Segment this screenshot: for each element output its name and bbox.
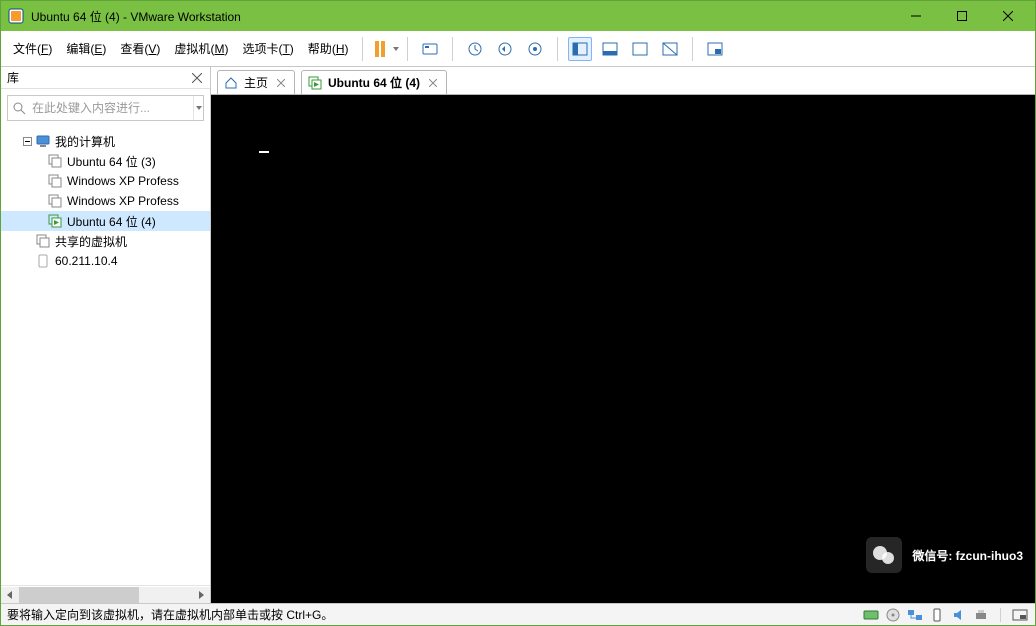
search-dropdown[interactable] (193, 96, 202, 120)
scroll-track[interactable] (19, 587, 192, 603)
tree-node-vm[interactable]: Windows XP Profess (1, 171, 210, 191)
scroll-right-icon[interactable] (192, 587, 210, 603)
harddisk-icon[interactable] (862, 607, 880, 623)
maximize-button[interactable] (939, 1, 985, 31)
printer-icon[interactable] (972, 607, 990, 623)
tree-node-vm-active[interactable]: Ubuntu 64 位 (4) (1, 211, 210, 231)
vm-console[interactable]: 微信号: fzcun-ihuo3 (211, 95, 1035, 603)
tree-node-vm[interactable]: Windows XP Profess (1, 191, 210, 211)
shared-vm-icon (35, 233, 51, 249)
library-close-button[interactable] (190, 71, 204, 85)
library-tree: 我的计算机 Ubuntu 64 位 (3) Windows XP Profess… (1, 127, 210, 585)
menu-edit[interactable]: 编辑(E) (60, 36, 112, 61)
titlebar: Ubuntu 64 位 (4) - VMware Workstation (1, 1, 1035, 31)
library-title: 库 (7, 69, 190, 86)
tab-vm-active[interactable]: Ubuntu 64 位 (4) (301, 70, 447, 94)
library-header: 库 (1, 67, 210, 89)
vm-running-icon (308, 76, 322, 90)
watermark: 微信号: fzcun-ihuo3 (866, 537, 1023, 573)
sound-icon[interactable] (950, 607, 968, 623)
search-icon (12, 101, 26, 115)
view-sidebar-button[interactable] (568, 37, 592, 61)
menu-vm[interactable]: 虚拟机(M) (168, 36, 234, 61)
cdrom-icon[interactable] (884, 607, 902, 623)
tree-node-remote[interactable]: 60.211.10.4 (1, 251, 210, 271)
send-ctrl-alt-del-button[interactable] (418, 37, 442, 61)
tree-node-my-computer[interactable]: 我的计算机 (1, 131, 210, 151)
close-button[interactable] (985, 1, 1031, 31)
pause-button[interactable] (375, 41, 385, 57)
search-input[interactable] (32, 101, 187, 115)
menubar: 文件(F) 编辑(E) 查看(V) 虚拟机(M) 选项卡(T) 帮助(H) (1, 31, 1035, 67)
separator (1000, 608, 1001, 622)
vm-icon (47, 193, 63, 209)
app-window: Ubuntu 64 位 (4) - VMware Workstation 文件(… (0, 0, 1036, 626)
usb-icon[interactable] (928, 607, 946, 623)
server-icon (35, 253, 51, 269)
message-log-icon[interactable] (1011, 607, 1029, 623)
snapshot-manager-button[interactable] (523, 37, 547, 61)
library-search[interactable] (7, 95, 204, 121)
status-device-icons (862, 607, 1029, 623)
window-title: Ubuntu 64 位 (4) - VMware Workstation (31, 8, 241, 25)
separator (362, 37, 363, 61)
scroll-left-icon[interactable] (1, 587, 19, 603)
minimize-button[interactable] (893, 1, 939, 31)
computer-icon (35, 133, 51, 149)
collapse-icon[interactable] (21, 137, 33, 146)
view-console-button[interactable] (598, 37, 622, 61)
vm-running-icon (47, 213, 63, 229)
text-cursor (259, 151, 269, 153)
home-icon (224, 76, 238, 90)
menu-view[interactable]: 查看(V) (114, 36, 166, 61)
library-sidebar: 库 我的计算机 Ubuntu 64 位 (3) (1, 67, 211, 603)
snapshot-take-button[interactable] (463, 37, 487, 61)
separator (692, 37, 693, 61)
tab-home[interactable]: 主页 (217, 70, 295, 94)
view-unity-button[interactable] (658, 37, 682, 61)
scroll-thumb[interactable] (19, 587, 139, 603)
pause-dropdown[interactable] (393, 47, 399, 51)
tree-node-shared[interactable]: 共享的虚拟机 (1, 231, 210, 251)
separator (452, 37, 453, 61)
status-bar: 要将输入定向到该虚拟机，请在虚拟机内部单击或按 Ctrl+G。 (1, 603, 1035, 625)
status-message: 要将输入定向到该虚拟机，请在虚拟机内部单击或按 Ctrl+G。 (7, 606, 862, 623)
tab-close-button[interactable] (274, 76, 288, 90)
menu-help[interactable]: 帮助(H) (302, 36, 355, 61)
tab-bar: 主页 Ubuntu 64 位 (4) (211, 67, 1035, 95)
menu-file[interactable]: 文件(F) (7, 36, 58, 61)
view-fullscreen-button[interactable] (628, 37, 652, 61)
main-area: 主页 Ubuntu 64 位 (4) 微信号: fzcun-ihuo3 (211, 67, 1035, 603)
app-icon (7, 7, 25, 25)
network-icon[interactable] (906, 607, 924, 623)
separator (407, 37, 408, 61)
snapshot-revert-button[interactable] (493, 37, 517, 61)
wechat-icon (866, 537, 902, 573)
sidebar-scrollbar[interactable] (1, 585, 210, 603)
tab-close-button[interactable] (426, 76, 440, 90)
vm-icon (47, 153, 63, 169)
view-thumbnail-button[interactable] (703, 37, 727, 61)
body: 库 我的计算机 Ubuntu 64 位 (3) (1, 67, 1035, 603)
menu-tabs[interactable]: 选项卡(T) (236, 36, 299, 61)
separator (557, 37, 558, 61)
tree-node-vm[interactable]: Ubuntu 64 位 (3) (1, 151, 210, 171)
vm-icon (47, 173, 63, 189)
